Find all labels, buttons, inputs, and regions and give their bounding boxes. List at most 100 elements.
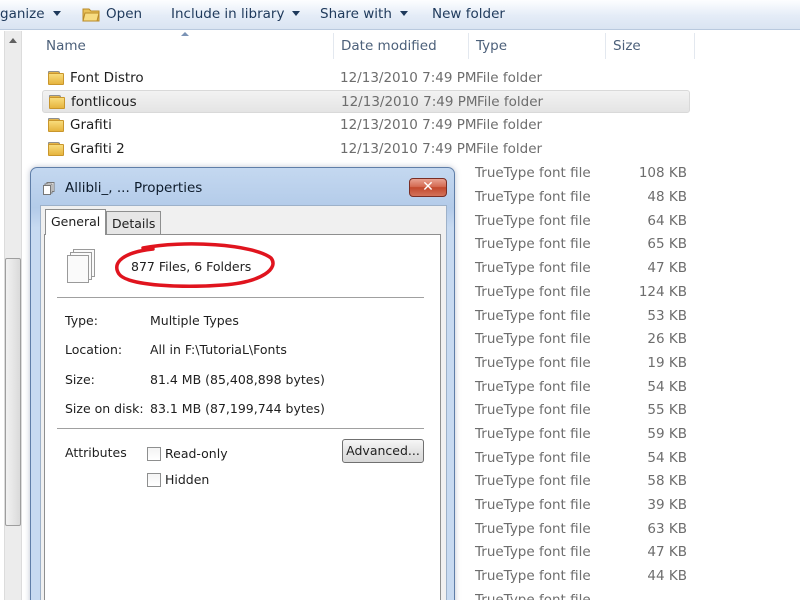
file-row[interactable]: TrueType font file 124 KB (475, 281, 687, 304)
multiple-files-icon (65, 249, 97, 285)
column-header-name[interactable]: Name (38, 33, 334, 59)
folder-icon (48, 118, 64, 132)
divider (57, 297, 424, 298)
annotation-circle (115, 242, 275, 288)
sort-ascending-icon (181, 32, 189, 36)
file-row[interactable]: TrueType font file 54 KB (475, 447, 687, 470)
file-date: 12/13/2010 7:49 PM (340, 117, 477, 133)
chevron-down-icon (399, 11, 408, 16)
file-size: 54 KB (647, 450, 687, 466)
type-label: Type: (65, 313, 98, 328)
file-type: TrueType font file (475, 521, 591, 537)
file-row[interactable]: TrueType font file 63 KB (475, 518, 687, 541)
close-icon: ✕ (422, 179, 434, 195)
attributes-label: Attributes (65, 445, 127, 460)
tab-details[interactable]: Details (106, 211, 162, 234)
folder-icon (48, 142, 64, 156)
chevron-down-icon (292, 11, 301, 16)
multiple-files-icon (43, 182, 55, 195)
file-date: 12/13/2010 7:49 PM (340, 141, 477, 157)
file-type: TrueType font file (475, 426, 591, 442)
file-row[interactable]: TrueType font file 47 KB (475, 541, 687, 564)
divider (57, 428, 424, 429)
open-button[interactable]: Open (106, 6, 142, 22)
file-row[interactable]: TrueType font file 64 KB (475, 210, 687, 233)
file-name: fontlicous (71, 94, 137, 110)
organize-label: ganize (0, 6, 45, 22)
include-in-library-menu[interactable]: Include in library (171, 6, 301, 22)
close-button[interactable]: ✕ (409, 178, 447, 197)
file-row-selected[interactable]: fontlicous 12/13/2010 7:49 PM File folde… (42, 90, 690, 113)
nav-scrollbar-thumb[interactable] (5, 258, 21, 526)
file-type: TrueType font file (475, 236, 591, 252)
size-value: 81.4 MB (85,408,898 bytes) (150, 372, 325, 387)
size-on-disk-value: 83.1 MB (87,199,744 bytes) (150, 401, 325, 416)
column-header-size[interactable]: Size (605, 33, 695, 59)
file-row[interactable]: TrueType font file 59 KB (475, 423, 687, 446)
file-type: File folder (476, 117, 543, 133)
type-value: Multiple Types (150, 313, 239, 328)
include-label: Include in library (171, 6, 285, 22)
file-name: Grafiti 2 (70, 141, 125, 157)
hidden-checkbox[interactable] (147, 473, 161, 487)
file-row[interactable]: TrueType font file 48 KB (475, 186, 687, 209)
folder-icon (48, 71, 64, 85)
file-type: TrueType font file (475, 355, 591, 371)
file-type: TrueType font file (475, 592, 591, 600)
advanced-button[interactable]: Advanced... (342, 439, 424, 463)
column-header-date[interactable]: Date modified (333, 33, 469, 59)
file-row[interactable]: TrueType font file 53 KB (475, 305, 687, 328)
file-size: 59 KB (647, 426, 687, 442)
hidden-label: Hidden (165, 472, 210, 487)
file-size: 26 KB (647, 331, 687, 347)
organize-menu[interactable]: ganize (0, 6, 61, 22)
file-date: 12/13/2010 7:49 PM (340, 70, 477, 86)
open-folder-icon (82, 8, 100, 22)
file-size: 63 KB (647, 521, 687, 537)
share-with-menu[interactable]: Share with (320, 6, 408, 22)
file-type: File folder (476, 70, 543, 86)
file-size: 44 KB (647, 568, 687, 584)
file-row[interactable]: TrueType font file 55 KB (475, 399, 687, 422)
file-row[interactable]: Font Distro 12/13/2010 7:49 PM File fold… (42, 67, 690, 90)
file-row[interactable]: Grafiti 12/13/2010 7:49 PM File folder (42, 114, 690, 137)
file-type: TrueType font file (475, 284, 591, 300)
file-type: TrueType font file (475, 497, 591, 513)
file-row[interactable]: TrueType font file 65 KB (475, 233, 687, 256)
column-header-type[interactable]: Type (468, 33, 606, 59)
file-size: 58 KB (647, 473, 687, 489)
scroll-up-arrow-icon[interactable] (9, 38, 17, 43)
file-type: TrueType font file (475, 331, 591, 347)
file-type: File folder (476, 141, 543, 157)
dialog-body: General Details 877 Files, 6 Folders Typ… (40, 205, 447, 600)
tab-general[interactable]: General (45, 209, 107, 235)
command-bar: ganize Open Include in library Share wit… (0, 0, 800, 30)
file-type: TrueType font file (475, 260, 591, 276)
file-size: 54 KB (647, 379, 687, 395)
file-type: TrueType font file (475, 165, 591, 181)
file-size: 19 KB (647, 355, 687, 371)
file-row[interactable]: TrueType font file 39 KB (475, 494, 687, 517)
share-label: Share with (320, 6, 392, 22)
file-row[interactable]: TrueType font file 44 KB (475, 565, 687, 588)
file-type: TrueType font file (475, 568, 591, 584)
file-row[interactable]: TrueType font file 58 KB (475, 470, 687, 493)
chevron-down-icon (52, 11, 61, 16)
size-on-disk-label: Size on disk: (65, 401, 144, 416)
file-row[interactable]: TrueType font file 54 KB (475, 376, 687, 399)
properties-dialog: Allibli_, ... Properties ✕ General Detai… (30, 167, 455, 600)
file-row[interactable]: TrueType font file 19 KB (475, 352, 687, 375)
file-row[interactable]: TrueType font file 26 KB (475, 328, 687, 351)
general-tab-panel: 877 Files, 6 Folders Type: Multiple Type… (44, 234, 441, 600)
file-row[interactable]: TrueType font file 108 KB (475, 162, 687, 185)
read-only-checkbox[interactable] (147, 447, 161, 461)
file-size: 108 KB (638, 165, 687, 181)
location-value: All in F:\TutoriaL\Fonts (150, 342, 287, 357)
file-name: Grafiti (70, 117, 112, 133)
size-label: Size: (65, 372, 95, 387)
file-row[interactable]: Grafiti 2 12/13/2010 7:49 PM File folder (42, 138, 690, 161)
file-row[interactable]: TrueType font file 47 KB (475, 257, 687, 280)
new-folder-button[interactable]: New folder (432, 6, 505, 22)
file-row[interactable]: TrueType font file (475, 589, 687, 600)
file-type: TrueType font file (475, 308, 591, 324)
